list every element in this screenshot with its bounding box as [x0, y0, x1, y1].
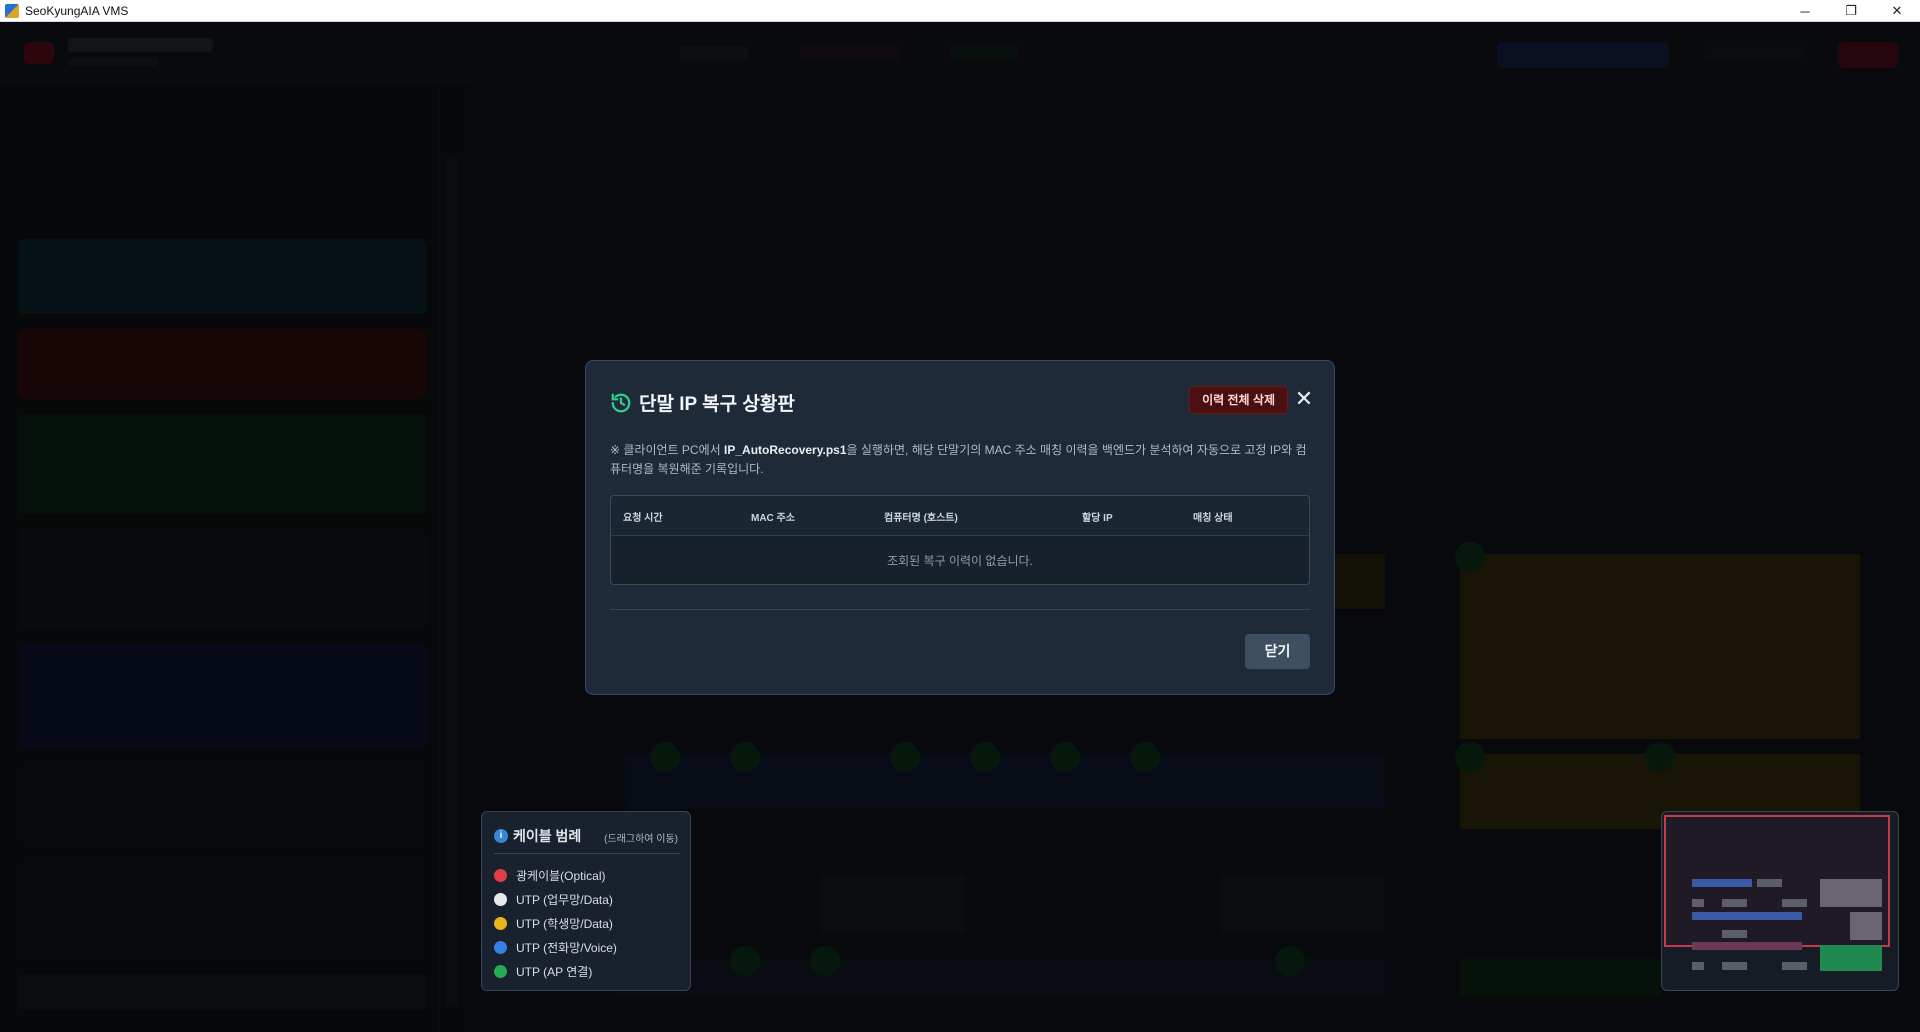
legend-item-label: UTP (학생망/Data): [516, 917, 613, 931]
minimap-block: [1850, 912, 1882, 940]
window-title-bar: SeoKyungAIA VMS ─ ❐ ✕: [0, 0, 1920, 22]
voice-color-swatch: [494, 941, 507, 954]
cable-legend-panel[interactable]: i 케이블 범례 (드래그하여 이동) 광케이블(Optical) UTP (업…: [481, 811, 691, 991]
app-logo-icon: [5, 3, 19, 18]
minimap-block: [1757, 879, 1782, 887]
minimap-block: [1820, 945, 1882, 971]
col-match-status[interactable]: 매칭 상태: [1193, 509, 1233, 524]
recovery-history-table: 요청 시간 MAC 주소 컴퓨터명 (호스트) 할당 IP 매칭 상태 조회된 …: [610, 495, 1310, 585]
minimap-block: [1692, 879, 1752, 887]
minimap-block: [1692, 942, 1802, 950]
dialog-divider: [610, 609, 1310, 610]
desc-script-name: IP_AutoRecovery.ps1: [724, 443, 847, 457]
minimap-block: [1782, 899, 1807, 907]
minimap-block: [1722, 930, 1747, 938]
legend-item: UTP (학생망/Data): [494, 915, 613, 932]
clear-history-button[interactable]: 이력 전체 삭제: [1189, 386, 1288, 414]
info-icon: i: [494, 829, 508, 843]
legend-header: i 케이블 범례: [494, 826, 581, 846]
dialog-header: 단말 IP 복구 상황판: [610, 389, 795, 416]
minimap-block: [1782, 962, 1807, 970]
window-title: SeoKyungAIA VMS: [25, 3, 129, 18]
legend-item-label: UTP (업무망/Data): [516, 893, 613, 907]
col-mac-address[interactable]: MAC 주소: [751, 509, 795, 524]
close-icon[interactable]: ✕: [1292, 385, 1316, 413]
minimap-block: [1692, 899, 1704, 907]
legend-drag-hint: (드래그하여 이동): [604, 834, 678, 845]
legend-item: UTP (업무망/Data): [494, 891, 613, 908]
ap-color-swatch: [494, 965, 507, 978]
ip-recovery-dialog: 단말 IP 복구 상황판 이력 전체 삭제 ✕ ※ 클라이언트 PC에서 IP_…: [585, 360, 1335, 695]
optical-color-swatch: [494, 869, 507, 882]
legend-item-label: 광케이블(Optical): [516, 869, 606, 883]
desc-prefix: ※ 클라이언트 PC에서: [610, 443, 725, 457]
data-color-swatch: [494, 893, 507, 906]
dialog-title: 단말 IP 복구 상황판: [639, 394, 795, 415]
history-icon: [611, 393, 631, 412]
student-color-swatch: [494, 917, 507, 930]
close-button[interactable]: 닫기: [1245, 634, 1310, 669]
col-request-time[interactable]: 요청 시간: [623, 509, 663, 524]
window-close-button[interactable]: ✕: [1874, 0, 1920, 22]
minimap-block: [1692, 962, 1704, 970]
legend-title: 케이블 범례: [513, 828, 582, 844]
dialog-description: ※ 클라이언트 PC에서 IP_AutoRecovery.ps1을 실행하면, …: [610, 441, 1310, 479]
table-header-row: 요청 시간 MAC 주소 컴퓨터명 (호스트) 할당 IP 매칭 상태: [611, 496, 1309, 536]
legend-item-label: UTP (AP 연결): [516, 965, 593, 979]
table-empty-message: 조회된 복구 이력이 없습니다.: [887, 554, 1033, 568]
minimap[interactable]: [1661, 811, 1899, 991]
col-assigned-ip[interactable]: 할당 IP: [1082, 509, 1113, 524]
legend-item: 광케이블(Optical): [494, 867, 606, 884]
minimap-block: [1692, 912, 1802, 920]
col-hostname[interactable]: 컴퓨터명 (호스트): [884, 509, 958, 524]
legend-item-label: UTP (전화망/Voice): [516, 941, 617, 955]
minimap-block: [1722, 899, 1747, 907]
legend-divider: [494, 853, 680, 854]
maximize-button[interactable]: ❐: [1828, 0, 1874, 22]
legend-item: UTP (AP 연결): [494, 963, 592, 980]
minimap-block: [1820, 879, 1882, 907]
minimize-button[interactable]: ─: [1782, 0, 1828, 22]
minimap-block: [1722, 962, 1747, 970]
legend-item: UTP (전화망/Voice): [494, 939, 617, 956]
